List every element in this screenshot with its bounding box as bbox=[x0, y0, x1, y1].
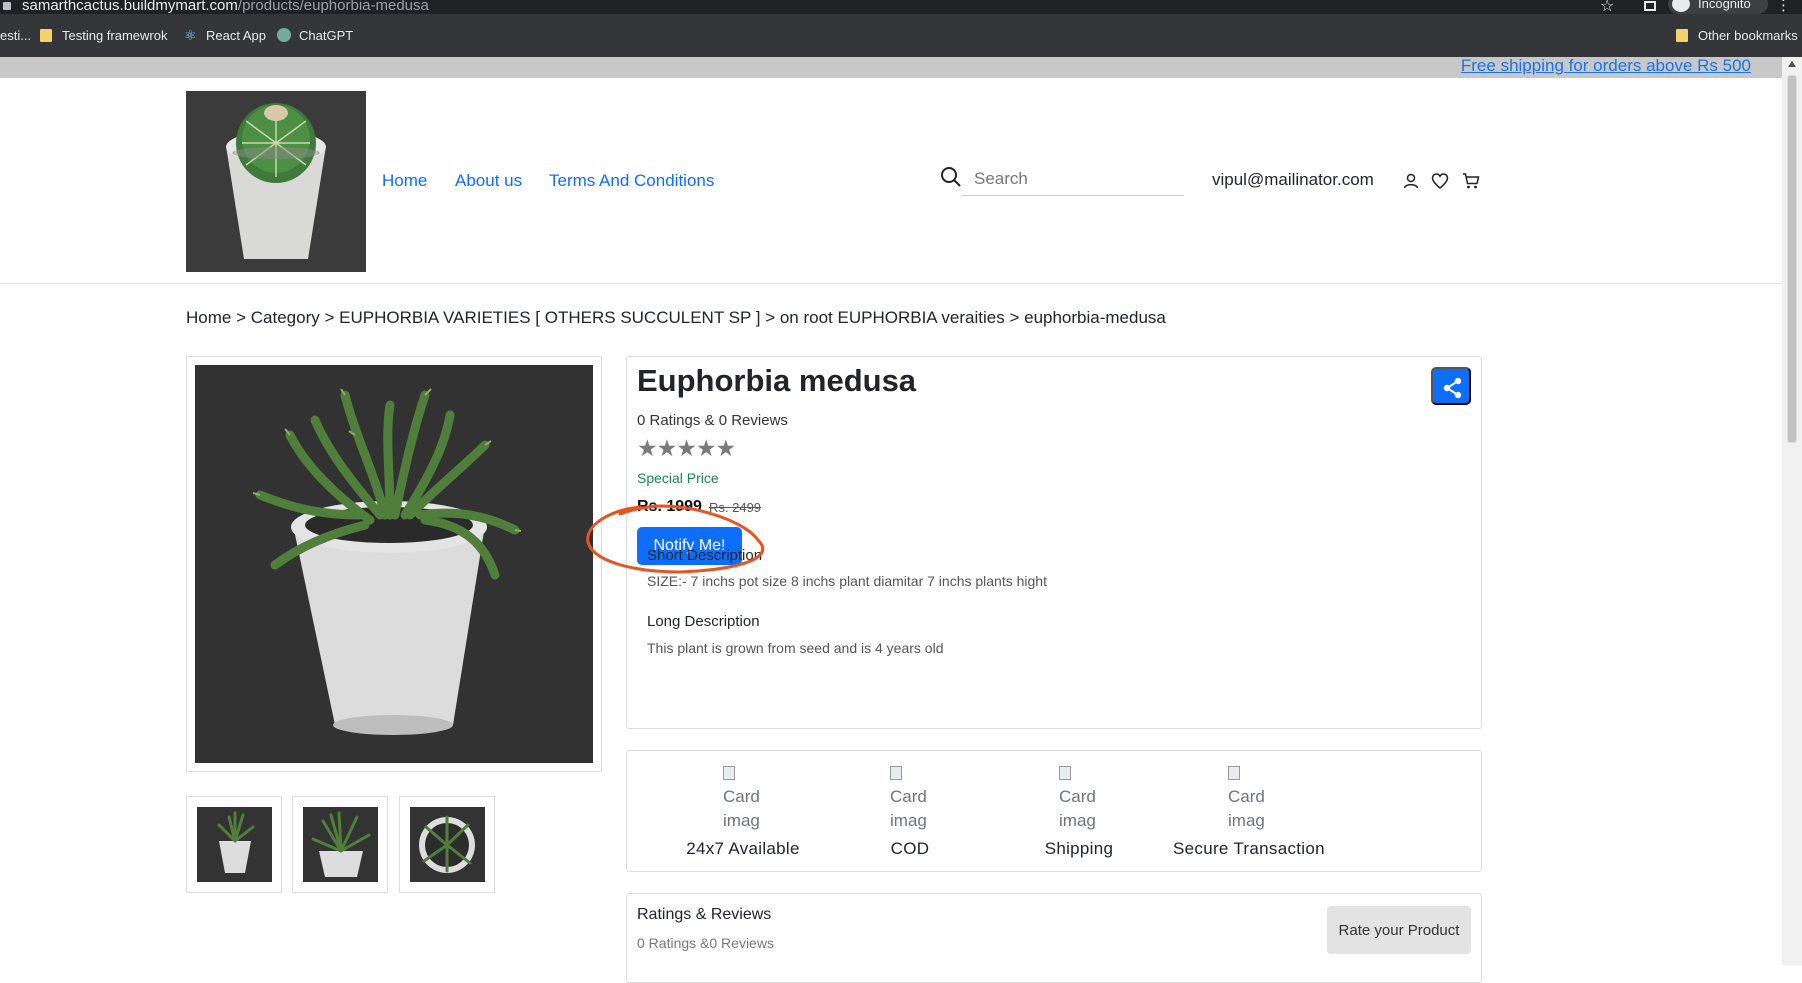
feature-label: Secure Transaction bbox=[1173, 839, 1325, 858]
broken-image-icon: Card imag bbox=[1228, 761, 1268, 833]
bookmark-item[interactable]: ChatGPT bbox=[277, 28, 353, 44]
bookmarks-bar: esti... Testing framewrok ⚛ React App Cha… bbox=[0, 14, 1802, 57]
special-price-label: Special Price bbox=[637, 470, 719, 486]
broken-image-icon: Card imag bbox=[723, 761, 763, 833]
side-panel-icon[interactable] bbox=[1644, 1, 1656, 11]
star-rating: ★★★★★ bbox=[637, 436, 736, 462]
breadcrumb: Home > Category > EUPHORBIA VARIETIES [ … bbox=[186, 308, 1166, 328]
broken-image-icon: Card imag bbox=[890, 761, 930, 833]
product-image-frame bbox=[186, 356, 602, 772]
nav-home[interactable]: Home bbox=[382, 171, 427, 191]
breadcrumb-separator: > bbox=[1009, 308, 1025, 327]
breadcrumb-euphorbia-varieties[interactable]: EUPHORBIA VARIETIES [ OTHERS SUCCULENT S… bbox=[339, 308, 760, 327]
user-icon[interactable] bbox=[1402, 172, 1420, 190]
breadcrumb-home[interactable]: Home bbox=[186, 308, 231, 327]
folder-icon bbox=[40, 29, 52, 42]
ratings-reviews-card: Ratings & Reviews 0 Ratings &0 Reviews R… bbox=[626, 893, 1482, 983]
bookmark-item[interactable]: Testing framewrok bbox=[40, 28, 167, 44]
folder-icon bbox=[1676, 29, 1688, 42]
breadcrumb-current: euphorbia-medusa bbox=[1024, 308, 1166, 327]
heart-icon[interactable] bbox=[1431, 172, 1449, 190]
other-bookmarks[interactable]: Other bookmarks bbox=[1676, 28, 1798, 44]
cart-icon[interactable] bbox=[1462, 172, 1480, 190]
ratings-reviews-count: 0 Ratings &0 Reviews bbox=[637, 935, 774, 951]
browser-url-bar: samarthcactus.buildmymart.com/products/e… bbox=[0, 0, 1802, 15]
feature-24x7: Card imag 24x7 Available bbox=[668, 761, 818, 859]
browser-menu-icon[interactable]: ⋮ bbox=[1776, 0, 1791, 14]
feature-shipping: Card imag Shipping bbox=[1004, 761, 1154, 859]
announcement-bar: Free shipping for orders above Rs 500 bbox=[0, 56, 1782, 78]
search-input[interactable] bbox=[962, 162, 1184, 196]
broken-image-icon: Card imag bbox=[1059, 761, 1099, 833]
react-icon: ⚛ bbox=[184, 27, 197, 43]
ratings-summary: 0 Ratings & 0 Reviews bbox=[637, 412, 788, 429]
bookmark-star-icon[interactable]: ☆ bbox=[1600, 0, 1614, 15]
nav-about-us[interactable]: About us bbox=[455, 171, 522, 191]
share-button[interactable] bbox=[1431, 367, 1471, 405]
bookmark-item[interactable]: esti... bbox=[0, 28, 31, 44]
product-title: Euphorbia medusa bbox=[637, 363, 917, 398]
incognito-label: Incognito bbox=[1698, 0, 1751, 11]
long-description-text: This plant is grown from seed and is 4 y… bbox=[647, 640, 944, 656]
thumbnail-2[interactable] bbox=[292, 796, 388, 893]
annotation-circle bbox=[586, 504, 765, 574]
long-description-title: Long Description bbox=[647, 613, 760, 630]
features-card: Card imag 24x7 Available Card imag COD C… bbox=[626, 750, 1482, 872]
site-header: Home About us Terms And Conditions vipul… bbox=[0, 78, 1782, 284]
chatgpt-icon bbox=[277, 28, 291, 42]
free-shipping-link[interactable]: Free shipping for orders above Rs 500 bbox=[1461, 56, 1751, 76]
feature-label: COD bbox=[890, 839, 930, 858]
breadcrumb-separator: > bbox=[236, 308, 251, 327]
thumbnail-1[interactable] bbox=[186, 796, 282, 893]
feature-label: Shipping bbox=[1044, 839, 1114, 858]
scroll-up-arrow-icon[interactable] bbox=[1788, 61, 1796, 67]
scrollbar-thumb[interactable] bbox=[1787, 75, 1797, 443]
search-icon[interactable] bbox=[940, 166, 962, 188]
breadcrumb-category[interactable]: Category bbox=[251, 308, 320, 327]
thumbnail-3[interactable] bbox=[399, 796, 495, 893]
nav-terms[interactable]: Terms And Conditions bbox=[549, 171, 714, 191]
store-logo[interactable] bbox=[186, 91, 366, 272]
lock-icon bbox=[3, 2, 11, 10]
bookmark-item[interactable]: ⚛ React App bbox=[184, 28, 266, 44]
breadcrumb-separator: > bbox=[765, 308, 780, 327]
feature-label: 24x7 Available bbox=[686, 839, 800, 858]
breadcrumb-separator: > bbox=[324, 308, 340, 327]
user-email[interactable]: vipul@mailinator.com bbox=[1212, 170, 1374, 190]
product-main-image[interactable] bbox=[195, 365, 593, 763]
url-text[interactable]: samarthcactus.buildmymart.com/products/e… bbox=[22, 0, 429, 14]
share-icon bbox=[1443, 377, 1462, 399]
ratings-reviews-title: Ratings & Reviews bbox=[637, 906, 772, 923]
feature-cod: Card imag COD bbox=[835, 761, 985, 859]
rate-product-button[interactable]: Rate your Product bbox=[1327, 906, 1471, 954]
breadcrumb-subcategory[interactable]: on root EUPHORBIA veraities bbox=[780, 308, 1005, 327]
page-scrollbar[interactable] bbox=[1782, 57, 1802, 965]
feature-secure-transaction: Card imag Secure Transaction bbox=[1173, 761, 1325, 859]
